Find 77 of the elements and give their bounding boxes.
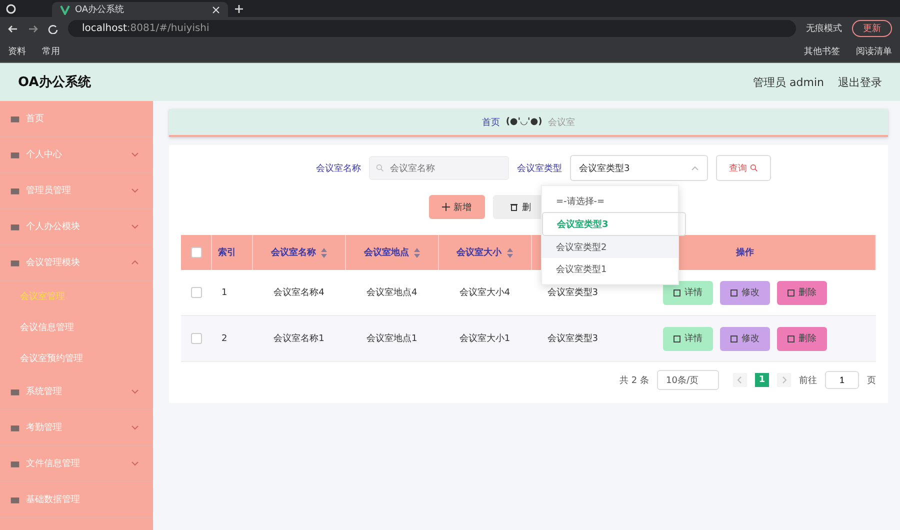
plus-icon [442,203,450,211]
breadcrumb-link[interactable]: 首页 [482,116,500,128]
square-icon [787,288,796,296]
row-checkbox[interactable] [190,333,202,344]
row-action-button[interactable]: 修改 [720,280,770,304]
page-size-select[interactable]: 10条/页 [657,370,719,390]
menu-item-icon [10,422,20,432]
close-icon[interactable] [212,6,220,14]
page-unit-label: 页 [867,374,876,386]
row-action-button[interactable]: 修改 [720,326,770,350]
square-icon [730,334,738,342]
menu-item-icon [10,222,20,232]
column-header[interactable]: 索引 [212,235,252,270]
table-cell: 2 [212,316,252,362]
bookmark[interactable]: 资料 [8,44,26,58]
menu-item-icon [10,150,20,160]
total-count: 共 2 条 [620,374,649,386]
dropdown-option[interactable]: 会议室类型3 [542,212,686,236]
page-number[interactable]: 1 [755,373,769,387]
row-checkbox[interactable] [190,287,202,298]
dropdown-option[interactable]: 会议室类型2 [542,236,678,258]
menu-item-icon [10,494,20,504]
menu-item-icon [10,458,20,468]
column-header[interactable]: 会议室名称 [252,235,346,270]
menu-item-icon [10,386,20,396]
breadcrumb-current: 会议室 [548,116,576,128]
add-button[interactable]: 新增 [428,195,484,219]
square-icon [730,288,738,296]
bookmark[interactable]: 阅读清单 [856,44,892,58]
goto-page-field[interactable]: 1 [825,371,859,389]
goto-label: 前往 [799,374,817,386]
bookmark[interactable]: 常用 [42,44,60,58]
row-action-button[interactable]: 删除 [776,280,827,304]
trash-icon [510,203,518,211]
next-page-icon[interactable] [777,373,791,387]
table-cell: 会议室名称1 [252,316,346,362]
table-cell: 会议室地点1 [345,316,438,362]
menu-item-icon [10,114,20,124]
query-button[interactable]: 查询 [716,155,771,181]
row-action-button[interactable]: 删除 [776,326,827,350]
sort-icon[interactable] [506,248,513,258]
bookmark[interactable]: 其他书签 [804,44,840,58]
square-icon [787,334,796,342]
v-logo-icon [60,4,70,14]
address-bar[interactable]: localhost:8081/#/huiyishi [68,20,796,37]
field-label: 会议室名称 [316,162,361,174]
row-action-button[interactable]: 详情 [662,326,713,350]
column-header[interactable]: 会议室大小 [438,235,532,270]
reload-icon[interactable] [48,24,58,34]
search-icon [750,164,758,172]
square-icon [673,288,682,296]
square-icon [673,334,682,342]
menu-item-icon [10,186,20,196]
new-tab-icon[interactable] [234,4,244,14]
browser-tab[interactable]: OA办公系统 [52,2,228,17]
column-header[interactable]: 会议室地点 [345,235,438,270]
caret-icon [691,166,699,170]
breadcrumb-separator: (●'◡'●) [506,117,542,127]
sort-icon[interactable] [320,248,327,258]
back-arrow-icon[interactable] [8,24,18,34]
row-action-button[interactable]: 详情 [662,280,713,304]
type-select[interactable]: 会议室类型3 [570,155,708,181]
app-title: OA办公系统 [18,74,91,91]
update-button[interactable]: 更新 [852,20,892,37]
prev-page-icon[interactable] [733,373,747,387]
menu-item-icon [10,258,20,268]
table-cell: 会议室类型3 [531,316,614,362]
user-label: 管理员 admin [753,74,824,90]
search-field[interactable]: 会议室名称 [369,156,509,180]
select-all-checkbox[interactable] [190,247,202,258]
search-icon [376,164,384,172]
logout-link[interactable]: 退出登录 [838,74,882,90]
sort-icon[interactable] [414,248,420,258]
field-label: 会议室类型 [517,162,562,174]
incognito-label: 无痕模式 [806,22,842,35]
table-cell: 会议室大小1 [438,316,532,362]
forward-arrow-icon[interactable] [28,24,38,34]
